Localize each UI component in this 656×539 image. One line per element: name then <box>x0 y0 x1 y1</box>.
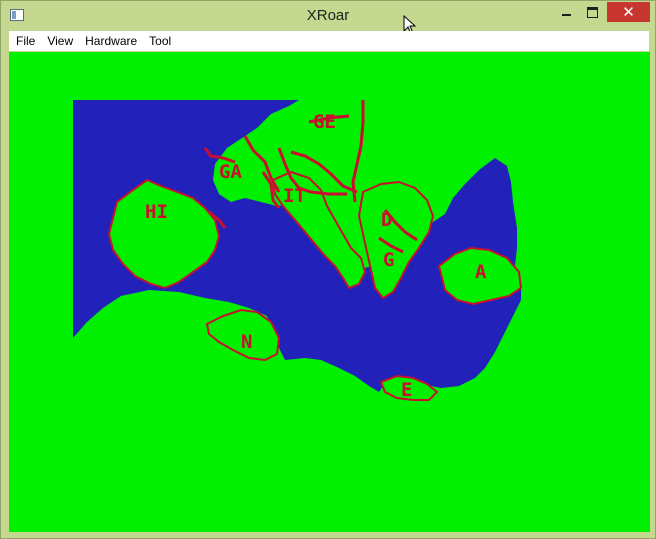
label-g: G <box>383 249 394 271</box>
mediterranean-map: GE GA HI IT D G A N E <box>73 100 523 401</box>
label-n: N <box>241 331 252 353</box>
close-button[interactable]: ✕ <box>607 2 650 22</box>
label-a: A <box>475 261 487 283</box>
menu-hardware[interactable]: Hardware <box>79 31 143 51</box>
menu-file[interactable]: File <box>9 31 41 51</box>
menu-bar: File View Hardware Tool <box>9 31 649 51</box>
maximize-button[interactable] <box>579 2 606 22</box>
xroar-window: XRoar ✕ File View Hardware Tool GE GA HI… <box>0 0 656 539</box>
label-e: E <box>401 379 412 401</box>
label-d: D <box>381 209 392 231</box>
minimize-button[interactable] <box>553 2 579 22</box>
label-ge: GE <box>313 111 336 133</box>
label-it: IT <box>283 185 306 207</box>
close-icon: ✕ <box>622 4 635 21</box>
menu-view[interactable]: View <box>41 31 79 51</box>
maximize-icon <box>587 6 598 18</box>
emulator-screen[interactable]: GE GA HI IT D G A N E <box>9 52 650 532</box>
menu-tool[interactable]: Tool <box>143 31 177 51</box>
label-ga: GA <box>219 161 242 183</box>
title-bar[interactable]: XRoar ✕ <box>1 1 655 31</box>
minimize-icon <box>561 14 571 16</box>
label-hi: HI <box>145 201 168 223</box>
